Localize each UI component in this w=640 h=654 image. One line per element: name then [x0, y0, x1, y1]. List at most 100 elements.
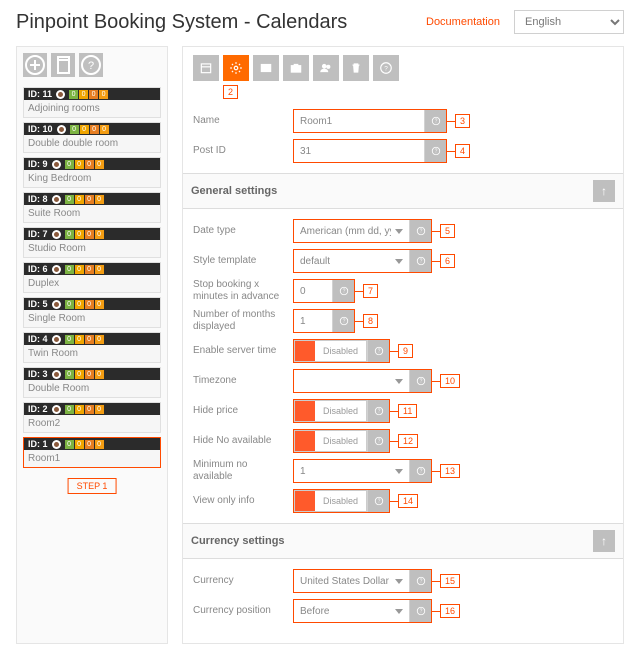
help-icon[interactable]: ?: [409, 250, 431, 272]
tab-delete[interactable]: [343, 55, 369, 81]
help-icon[interactable]: ?: [409, 220, 431, 242]
tab-help[interactable]: ?: [373, 55, 399, 81]
months-input[interactable]: [294, 310, 332, 332]
calendar-name: Adjoining rooms: [24, 100, 160, 117]
language-select[interactable]: English: [514, 10, 624, 34]
help-button[interactable]: ?: [79, 53, 103, 77]
tz-label: Timezone: [193, 375, 293, 387]
calendar-item[interactable]: ID: 80000Suite Room: [23, 192, 161, 223]
avatar-icon: [52, 335, 61, 344]
stop-label: Stop booking x minutes in advance: [193, 279, 293, 303]
callout-12: 12: [398, 434, 418, 448]
calendar-id: ID: 9: [28, 159, 48, 169]
name-input[interactable]: [294, 110, 424, 132]
calendar-name: Suite Room: [24, 205, 160, 222]
calendar-item[interactable]: ID: 40000Twin Room: [23, 332, 161, 363]
calendar-name: Double Room: [24, 380, 160, 397]
help-icon[interactable]: ?: [409, 460, 431, 482]
viewonly-toggle[interactable]: Disabled: [294, 490, 367, 512]
hideprice-label: Hide price: [193, 405, 293, 417]
avatar-icon: [52, 300, 61, 309]
postid-input[interactable]: [294, 140, 424, 162]
calendar-id: ID: 1: [28, 439, 48, 449]
hideno-toggle[interactable]: Disabled: [294, 430, 367, 452]
calendar-id: ID: 3: [28, 369, 48, 379]
tab-users[interactable]: [313, 55, 339, 81]
help-icon[interactable]: ?: [409, 600, 431, 622]
calendar-item[interactable]: ID: 70000Studio Room: [23, 227, 161, 258]
section-general: General settings: [191, 185, 277, 197]
callout-4: 4: [455, 144, 470, 158]
calendar-item[interactable]: ID: 50000Single Room: [23, 297, 161, 328]
hideno-label: Hide No available: [193, 435, 293, 447]
minno-select[interactable]: 1: [294, 460, 409, 482]
main-panel: ? 2 Name ? 3 Post ID ? 4 General setting…: [182, 46, 624, 644]
tab-settings[interactable]: [223, 55, 249, 81]
callout-11: 11: [398, 404, 417, 418]
callout-15: 15: [440, 574, 460, 588]
svg-text:?: ?: [419, 259, 422, 265]
help-icon[interactable]: ?: [367, 340, 389, 362]
currency-select[interactable]: United States Dollar: [294, 570, 409, 592]
help-icon[interactable]: ?: [332, 280, 354, 302]
svg-text:?: ?: [342, 319, 345, 325]
help-icon[interactable]: ?: [367, 400, 389, 422]
calendar-item[interactable]: ID: 90000King Bedroom: [23, 157, 161, 188]
help-icon[interactable]: ?: [424, 110, 446, 132]
minno-label: Minimum no available: [193, 459, 293, 483]
calendar-item[interactable]: ID: 10000Room1: [23, 437, 161, 468]
add-calendar-button[interactable]: [23, 53, 47, 77]
calendar-name: Room2: [24, 415, 160, 432]
stop-input[interactable]: [294, 280, 332, 302]
name-label: Name: [193, 115, 293, 127]
calendar-name: Double double room: [24, 135, 160, 152]
callout-9: 9: [398, 344, 413, 358]
calendar-item[interactable]: ID: 60000Duplex: [23, 262, 161, 293]
callout-13: 13: [440, 464, 460, 478]
tab-calendar[interactable]: [193, 55, 219, 81]
callout-5: 5: [440, 224, 455, 238]
calendar-id: ID: 7: [28, 229, 48, 239]
hideprice-toggle[interactable]: Disabled: [294, 400, 367, 422]
avatar-icon: [52, 230, 61, 239]
svg-text:?: ?: [419, 609, 422, 615]
avatar-icon: [52, 195, 61, 204]
help-icon[interactable]: ?: [409, 370, 431, 392]
avatar-icon: [52, 160, 61, 169]
svg-text:?: ?: [419, 579, 422, 585]
svg-text:?: ?: [384, 65, 388, 72]
calendar-item[interactable]: ID: 110000Adjoining rooms: [23, 87, 161, 118]
svg-text:?: ?: [419, 379, 422, 385]
tab-email[interactable]: [253, 55, 279, 81]
currency-label: Currency: [193, 575, 293, 587]
help-icon[interactable]: ?: [409, 570, 431, 592]
style-select[interactable]: default: [294, 250, 409, 272]
tz-select[interactable]: [294, 370, 409, 392]
svg-text:?: ?: [419, 229, 422, 235]
svg-text:?: ?: [88, 60, 94, 72]
help-icon[interactable]: ?: [332, 310, 354, 332]
help-icon[interactable]: ?: [367, 490, 389, 512]
datetype-select[interactable]: American (mm dd, yyyy): [294, 220, 409, 242]
svg-text:?: ?: [377, 349, 380, 355]
help-icon[interactable]: ?: [424, 140, 446, 162]
tab-case[interactable]: [283, 55, 309, 81]
help-icon[interactable]: ?: [367, 430, 389, 452]
calendar-id: ID: 11: [28, 89, 52, 99]
calendar-item[interactable]: ID: 100000Double double room: [23, 122, 161, 153]
months-label: Number of months displayed: [193, 309, 293, 333]
svg-text:?: ?: [434, 119, 437, 125]
documentation-link[interactable]: Documentation: [426, 16, 500, 28]
avatar-icon: [52, 370, 61, 379]
viewonly-label: View only info: [193, 495, 293, 507]
collapse-button[interactable]: ↑: [593, 530, 615, 552]
copy-calendar-button[interactable]: [51, 53, 75, 77]
server-toggle[interactable]: Disabled: [294, 340, 367, 362]
curpos-select[interactable]: Before: [294, 600, 409, 622]
calendar-item[interactable]: ID: 20000Room2: [23, 402, 161, 433]
calendar-item[interactable]: ID: 30000Double Room: [23, 367, 161, 398]
calendar-id: ID: 8: [28, 194, 48, 204]
svg-text:?: ?: [377, 439, 380, 445]
collapse-button[interactable]: ↑: [593, 180, 615, 202]
curpos-label: Currency position: [193, 605, 293, 617]
